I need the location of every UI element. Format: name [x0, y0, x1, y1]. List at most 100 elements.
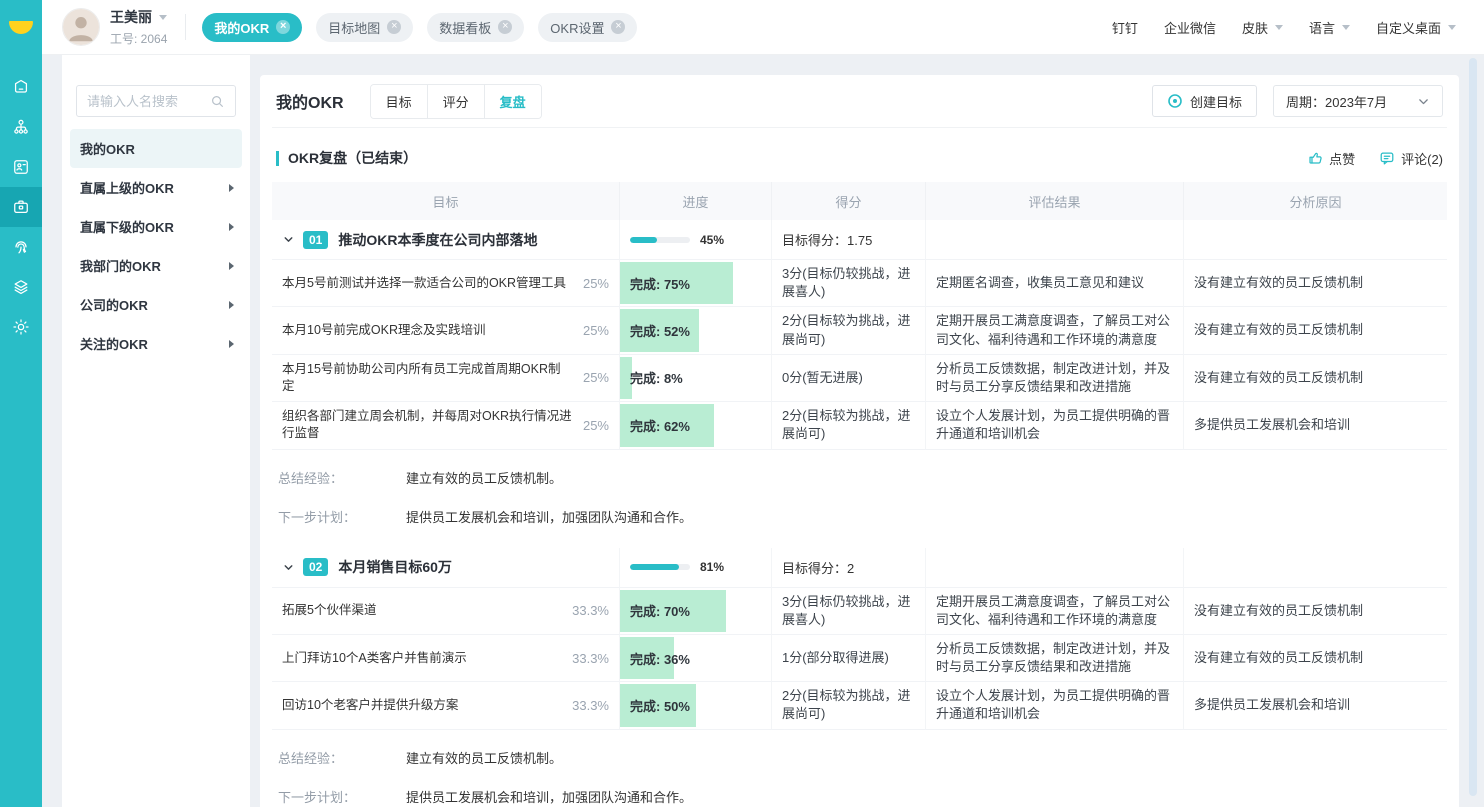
user-name: 王美丽: [110, 7, 152, 27]
kr-analysis-cell: 没有建立有效的员工反馈机制: [1184, 635, 1447, 682]
kr-evaluation-cell: 定期开展员工满意度调查，了解员工对公司文化、福利待遇和工作环境的满意度: [926, 588, 1184, 635]
workspace-tab[interactable]: 我的OKR ×: [202, 13, 302, 42]
sidebar-item[interactable]: 公司的OKR: [70, 285, 242, 324]
chevron-down-icon[interactable]: [282, 561, 295, 574]
topbar-link[interactable]: 自定义桌面: [1376, 18, 1456, 37]
chevron-right-icon: [229, 301, 234, 309]
view-tab[interactable]: 目标: [371, 85, 427, 118]
kr-row: 本月10号前完成OKR理念及实践培训25%完成: 52%2分(目标较为挑战，进展…: [272, 307, 1447, 354]
kr-analysis: 多提供员工发展机会和培训: [1194, 696, 1350, 714]
rail-item-settings[interactable]: [0, 307, 42, 347]
topbar-divider: [185, 14, 186, 40]
kr-completion-value: 完成: 75%: [630, 274, 690, 293]
kr-evaluation: 设立个人发展计划，为员工提供明确的晋升通道和培训机会: [936, 687, 1173, 723]
objective-progress-bar: [630, 237, 690, 243]
kr-title-cell: 本月15号前协助公司内所有员工完成首周期OKR制定25%: [272, 355, 620, 402]
sidebar-item[interactable]: 直属下级的OKR: [70, 207, 242, 246]
kr-evaluation-cell: 分析员工反馈数据，制定改进计划，并及时与员工分享反馈结果和改进措施: [926, 355, 1184, 402]
user-menu[interactable]: 王美丽: [110, 7, 167, 27]
app-logo[interactable]: [0, 0, 42, 55]
thumbs-up-icon: [1307, 150, 1323, 166]
next-plan-label: 下一步计划：: [278, 507, 406, 526]
close-icon[interactable]: ×: [611, 20, 625, 34]
kr-completion-cell: 完成: 50%: [620, 682, 772, 729]
caret-down-icon: [1275, 25, 1283, 30]
summary-label: 总结经验：: [278, 748, 406, 767]
workspace-tab[interactable]: 数据看板 ×: [427, 13, 524, 42]
workspace-tab[interactable]: OKR设置 ×: [538, 13, 637, 42]
topbar-link[interactable]: 企业微信: [1164, 18, 1216, 37]
kr-weight: 33.3%: [572, 698, 609, 713]
kr-title-cell: 本月10号前完成OKR理念及实践培训25%: [272, 307, 620, 354]
app-rail: [0, 0, 42, 807]
workspace-tab-label: 目标地图: [328, 18, 380, 37]
rail-item-home[interactable]: [0, 67, 42, 107]
objective-score-cell: 目标得分：1.75: [772, 220, 926, 260]
rail-item-workbench[interactable]: [0, 187, 42, 227]
page-scrollbar[interactable]: [1469, 58, 1477, 796]
workspace-tab[interactable]: 目标地图 ×: [316, 13, 413, 42]
kr-completion-value: 完成: 62%: [630, 416, 690, 435]
summary-row: 总结经验：建立有效的员工反馈机制。: [272, 738, 1447, 777]
employee-id: 工号: 2064: [110, 30, 167, 47]
search-input[interactable]: [87, 94, 210, 109]
workspace-tab-label: 我的OKR: [214, 18, 269, 37]
close-icon[interactable]: ×: [276, 20, 290, 34]
rail-item-org-chart[interactable]: [0, 107, 42, 147]
topbar-link[interactable]: 语言: [1309, 18, 1350, 37]
period-select[interactable]: 周期：2023年7月: [1273, 85, 1443, 117]
kr-score-cell: 2分(目标较为挑战，进展尚可): [772, 402, 926, 449]
id-card-icon: [11, 157, 31, 177]
org-chart-icon: [11, 117, 31, 137]
kr-score-cell: 0分(暂无进展): [772, 355, 926, 402]
sidebar-item[interactable]: 关注的OKR: [70, 324, 242, 363]
objective-index-badge: 01: [303, 231, 328, 249]
comment-button[interactable]: 评论(2): [1379, 149, 1443, 168]
chevron-right-icon: [229, 340, 234, 348]
topbar: 王美丽 工号: 2064 我的OKR × 目标地图 × 数据看板 × OKR设置 × 钉钉 企业…: [42, 0, 1484, 55]
topbar-link-label: 企业微信: [1164, 18, 1216, 37]
kr-analysis-cell: 没有建立有效的员工反馈机制: [1184, 355, 1447, 402]
period-value: 周期：2023年7月: [1286, 92, 1387, 111]
view-tab[interactable]: 评分: [427, 85, 484, 118]
main-header: 我的OKR 目标评分复盘 创建目标 周期：2023年7月: [272, 75, 1447, 128]
kr-analysis: 没有建立有效的员工反馈机制: [1194, 602, 1363, 620]
kr-title-cell: 上门拜访10个A类客户并售前演示33.3%: [272, 635, 620, 682]
sidebar-item[interactable]: 我部门的OKR: [70, 246, 242, 285]
thumbs-up-button[interactable]: 点赞: [1307, 149, 1355, 168]
rail-item-layers[interactable]: [0, 267, 42, 307]
sidebar-item[interactable]: 直属上级的OKR: [70, 168, 242, 207]
sidebar-item[interactable]: 我的OKR: [70, 129, 242, 168]
topbar-link[interactable]: 钉钉: [1112, 18, 1138, 37]
objective-row: 02本月销售目标60万81%目标得分：2: [272, 548, 1447, 588]
chevron-right-icon: [229, 223, 234, 231]
kr-evaluation-cell: 分析员工反馈数据，制定改进计划，并及时与员工分享反馈结果和改进措施: [926, 635, 1184, 682]
kr-weight: 25%: [583, 276, 609, 291]
kr-completion-value: 完成: 70%: [630, 601, 690, 620]
kr-completion-value: 完成: 8%: [630, 368, 683, 387]
objective-notes: 总结经验：建立有效的员工反馈机制。下一步计划：提供员工发展机会和培训，加强团队沟…: [272, 450, 1447, 548]
rail-item-fingerprint[interactable]: [0, 227, 42, 267]
objective-score-cell: 目标得分：2: [772, 548, 926, 588]
caret-down-icon: [159, 15, 167, 20]
create-objective-button[interactable]: 创建目标: [1152, 85, 1257, 117]
topbar-link[interactable]: 皮肤: [1242, 18, 1283, 37]
workspace-tab-label: OKR设置: [550, 18, 604, 37]
avatar[interactable]: [62, 8, 100, 46]
objective-progress-value: 81%: [700, 560, 724, 574]
kr-row: 拓展5个伙伴渠道33.3%完成: 70%3分(目标仍较挑战，进展喜人)定期开展员…: [272, 588, 1447, 635]
close-icon[interactable]: ×: [498, 20, 512, 34]
kr-weight: 33.3%: [572, 651, 609, 666]
chevron-down-icon[interactable]: [282, 233, 295, 246]
objective-notes: 总结经验：建立有效的员工反馈机制。下一步计划：提供员工发展机会和培训，加强团队沟…: [272, 730, 1447, 807]
view-tab[interactable]: 复盘: [484, 85, 541, 118]
close-icon[interactable]: ×: [387, 20, 401, 34]
objective-progress-cell: 45%: [620, 220, 772, 260]
objective-title: 本月销售目标60万: [338, 557, 452, 577]
summary-label: 总结经验：: [278, 468, 406, 487]
kr-analysis-cell: 没有建立有效的员工反馈机制: [1184, 307, 1447, 354]
kr-completion-value: 完成: 52%: [630, 321, 690, 340]
chevron-right-icon: [229, 184, 234, 192]
workspace-tab-label: 数据看板: [439, 18, 491, 37]
rail-item-id-card[interactable]: [0, 147, 42, 187]
